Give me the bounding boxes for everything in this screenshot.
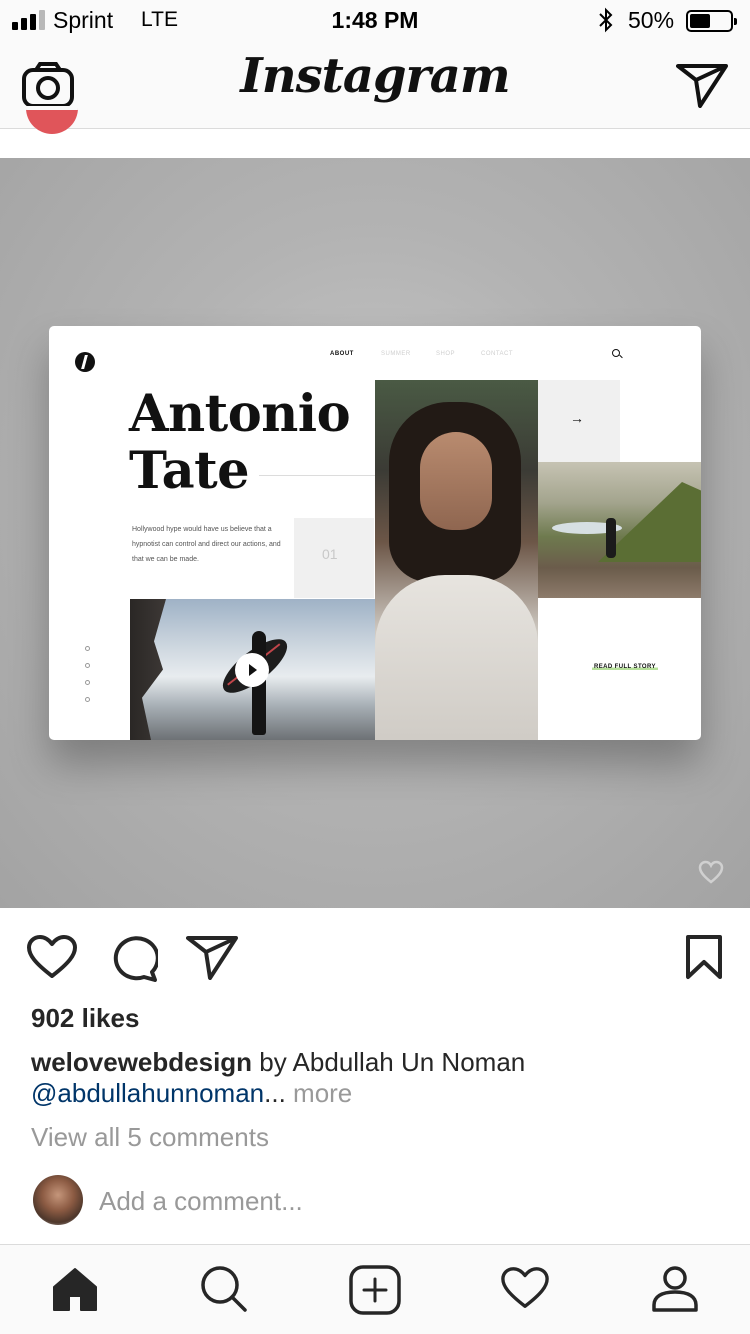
arrow-right-icon: → [570, 410, 584, 426]
mockup-social-icon [85, 680, 90, 685]
profile-icon[interactable] [651, 1265, 699, 1313]
caption-username[interactable]: welovewebdesign [31, 1047, 252, 1077]
mockup-description: Hollywood hype would have us believe tha… [132, 526, 281, 563]
mockup-logo [75, 352, 95, 372]
add-comment-input[interactable]: Add a comment... [99, 1186, 303, 1217]
battery-icon [686, 10, 737, 32]
home-icon[interactable] [51, 1265, 99, 1313]
post-actions [0, 908, 750, 1004]
app-header: Instagram [0, 40, 750, 129]
mockup-nav-about: ABOUT [330, 351, 354, 357]
mockup-portrait-photo [375, 380, 538, 740]
mockup-search-icon [612, 349, 620, 357]
mockup-title: Antonio Tate [129, 384, 351, 501]
mockup-nav-summer: SUMMER [381, 351, 411, 357]
search-icon[interactable] [200, 1265, 248, 1313]
mockup-social-icon [85, 697, 90, 702]
heart-icon[interactable] [26, 934, 78, 980]
mockup-read-full-story: READ FULL STORY [592, 664, 658, 670]
more-link[interactable]: more [293, 1078, 352, 1108]
mockup-number: 01 [322, 546, 338, 562]
direct-message-icon[interactable] [676, 62, 728, 108]
post-image[interactable]: ABOUT SUMMER SHOP CONTACT Antonio Tate H… [0, 158, 750, 908]
mockup-social-icon [85, 663, 90, 668]
caption-ellipsis: ... [264, 1078, 286, 1108]
mockup-nav-shop: SHOP [436, 351, 456, 357]
mockup-nav-contact: CONTACT [481, 351, 514, 357]
comment-icon[interactable] [108, 934, 158, 982]
bluetooth-icon [599, 7, 613, 33]
mockup-social-icon [85, 646, 90, 651]
previous-post-avatar [26, 106, 78, 134]
share-icon[interactable] [186, 934, 238, 980]
view-all-comments-link[interactable]: View all 5 comments [31, 1122, 269, 1153]
mockup-mountain-photo [538, 462, 701, 598]
bookmark-icon[interactable] [684, 934, 724, 980]
caption-text: by Abdullah Un Noman [252, 1047, 526, 1077]
heart-overlay-icon [698, 860, 724, 884]
mockup-divider [259, 475, 394, 476]
play-icon [235, 653, 269, 687]
likes-count[interactable]: 902 likes [31, 1003, 139, 1034]
instagram-logo: Instagram [240, 48, 510, 104]
post-caption: welovewebdesign by Abdullah Un Noman @ab… [31, 1047, 731, 1109]
caption-mention[interactable]: @abdullahunnoman [31, 1078, 264, 1108]
website-mockup: ABOUT SUMMER SHOP CONTACT Antonio Tate H… [49, 326, 701, 740]
status-bar: Sprint LTE 1:48 PM 50% [0, 0, 750, 40]
battery-percent: 50% [628, 7, 675, 33]
bottom-tab-bar [0, 1244, 750, 1334]
avatar [33, 1175, 83, 1225]
activity-icon[interactable] [500, 1265, 550, 1311]
new-post-icon[interactable] [349, 1265, 401, 1317]
